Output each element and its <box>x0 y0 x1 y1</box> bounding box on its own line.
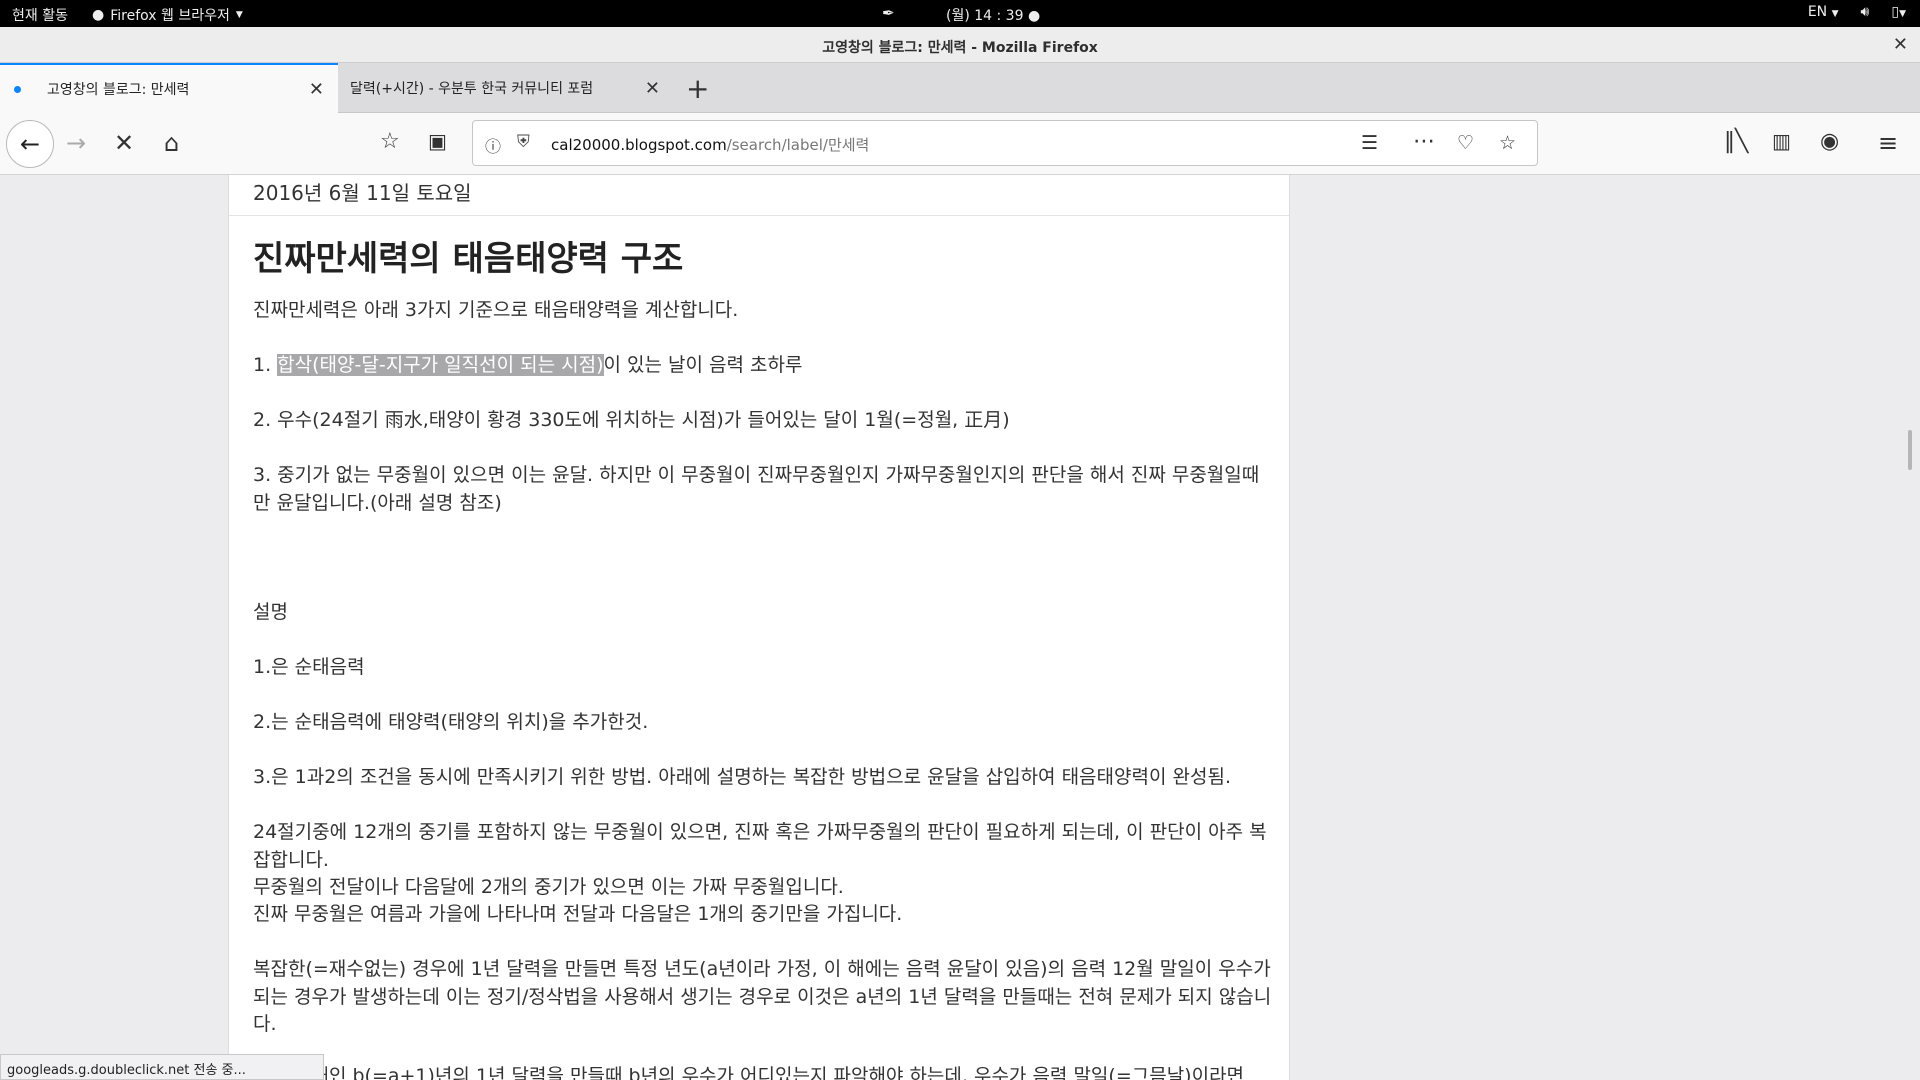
back-arrow-icon[interactable]: ← <box>6 120 54 168</box>
close-tab-icon[interactable]: ✕ <box>309 79 324 100</box>
paragraph: 복잡한(=재수없는) 경우에 1년 달력을 만들면 특정 년도(a년이라 가정,… <box>253 958 1272 1035</box>
close-tab-icon[interactable]: ✕ <box>645 78 660 99</box>
divider <box>229 215 1289 216</box>
firefox-icon: ● <box>92 7 105 23</box>
paragraph: 그 다음해인 b(=a+1)년의 1년 달력을 만들때 b년의 우수가 어디있는… <box>253 1065 1245 1080</box>
list-item: 3. 중기가 없는 무중월이 있으면 이는 윤달. 하지만 이 무중월이 진짜무… <box>253 464 1260 514</box>
url-bar[interactable]: ⓘ ⛨ cal20000.blogspot.com/search/label/만… <box>472 120 1538 166</box>
tab-title: 고영창의 블로그: 만세력 <box>47 82 190 98</box>
list-item: 2. 우수(24절기 雨水,태양이 황경 330도에 위치하는 시점)가 들어있… <box>253 409 1010 431</box>
battery-icon[interactable]: ▯▼ <box>1891 4 1906 20</box>
url-path: /search/label/만세력 <box>726 136 870 154</box>
clock[interactable]: (월) 14 : 39 ● <box>946 5 1040 25</box>
window-title-bar: 고영창의 블로그: 만세력 - Mozilla Firefox ✕ <box>0 27 1920 63</box>
system-top-bar: 현재 활동 ● Firefox 웹 브라우저 ▼ ✒ (월) 14 : 39 ●… <box>0 0 1920 27</box>
post-date: 2016년 6월 11일 토요일 <box>253 181 472 205</box>
paragraph: 무중월의 전달이나 다음달에 2개의 중기가 있으면 이는 가짜 무중월입니다. <box>253 876 844 898</box>
tab-forum[interactable]: 달력(+시간) - 우분투 한국 커뮤니티 포럼 ✕ <box>338 63 674 113</box>
paragraph: 24절기중에 12개의 중기를 포함하지 않는 무중월이 있으면, 진짜 혹은 … <box>253 821 1267 871</box>
scrollbar-thumb[interactable] <box>1908 430 1912 470</box>
notification-dot-icon: ● <box>1027 8 1041 24</box>
menu-hamburger-icon[interactable]: ≡ <box>1878 129 1898 157</box>
tab-title: 달력(+시간) - 우분투 한국 커뮤니티 포럼 <box>350 81 594 97</box>
url-text[interactable]: cal20000.blogspot.com/search/label/만세력 <box>551 134 869 155</box>
input-language[interactable]: EN ▼ <box>1808 4 1839 20</box>
reader-view-icon[interactable]: ☰ <box>1361 132 1378 154</box>
translate-icon[interactable]: ▣ <box>428 129 447 153</box>
list-item-number: 1. <box>253 354 278 376</box>
info-icon[interactable]: ⓘ <box>485 133 501 157</box>
app-menu[interactable]: ● Firefox 웹 브라우저 ▼ <box>92 5 243 25</box>
loading-dot-icon <box>14 85 21 93</box>
list-item-text: 이 있는 날이 음력 초하루 <box>603 354 803 376</box>
intro-text: 진짜만세력은 아래 3가지 기준으로 태음태양력을 계산합니다. <box>253 299 739 321</box>
paragraph: 진짜 무중월은 여름과 가을에 나타나며 전달과 다음달은 1개의 중기만을 가… <box>253 903 903 925</box>
more-actions-icon[interactable]: ⋯ <box>1413 129 1435 154</box>
list-item: 1. 합삭(태양-달-지구가 일직선이 되는 시점)이 있는 날이 음력 초하루 <box>253 352 1273 380</box>
sidebar-icon[interactable]: ▥ <box>1772 129 1791 153</box>
forward-arrow-icon[interactable]: → <box>66 129 86 157</box>
star-icon[interactable]: ☆ <box>1499 132 1516 154</box>
bookmark-star-add-icon[interactable]: ☆ <box>380 129 400 154</box>
shield-icon[interactable]: ⛨ <box>517 132 530 152</box>
stop-icon[interactable]: ✕ <box>114 129 134 157</box>
nav-bar: ← → ✕ ⌂ ☆ ▣ ⓘ ⛨ cal20000.blogspot.com/se… <box>0 113 1920 175</box>
status-bar: googleads.g.doubleclick.net 전송 중... <box>0 1054 324 1080</box>
post-title[interactable]: 진짜만세력의 태음태양력 구조 <box>253 231 683 280</box>
page-viewport[interactable]: 2016년 6월 11일 토요일 진짜만세력의 태음태양력 구조 진짜만세력은 … <box>0 175 1920 1080</box>
close-icon[interactable]: ✕ <box>1893 34 1908 55</box>
home-icon[interactable]: ⌂ <box>164 129 179 157</box>
chevron-down-icon: ▼ <box>235 10 243 20</box>
eagle-icon: ✒ <box>882 4 895 22</box>
library-icon[interactable]: ‖╲ <box>1724 129 1748 154</box>
blog-post: 2016년 6월 11일 토요일 진짜만세력의 태음태양력 구조 진짜만세력은 … <box>228 175 1290 1080</box>
section-heading: 설명 <box>253 601 288 623</box>
paragraph: 3.은 1과2의 조건을 동시에 만족시키기 위한 방법. 아래에 설명하는 복… <box>253 766 1231 788</box>
tab-blog[interactable]: 고영창의 블로그: 만세력 ✕ <box>0 63 338 113</box>
chevron-down-icon: ▼ <box>1831 9 1839 19</box>
clock-text: (월) 14 : 39 <box>946 8 1024 24</box>
activities-button[interactable]: 현재 활동 <box>12 5 68 25</box>
new-tab-plus-icon[interactable]: + <box>686 72 709 105</box>
paragraph: 1.은 순태음력 <box>253 656 365 678</box>
selected-text: 합삭(태양-달-지구가 일직선이 되는 시점) <box>277 354 604 376</box>
tab-strip: 고영창의 블로그: 만세력 ✕ 달력(+시간) - 우분투 한국 커뮤니티 포럼… <box>0 63 1920 113</box>
pocket-icon[interactable]: ♡ <box>1457 132 1474 154</box>
paragraph: 2.는 순태음력에 태양력(태양의 위치)을 추가한것. <box>253 711 649 733</box>
url-host: cal20000.blogspot.com <box>551 136 727 154</box>
window-title: 고영창의 블로그: 만세력 - Mozilla Firefox <box>822 40 1098 56</box>
account-icon[interactable]: ◉ <box>1820 129 1839 154</box>
system-tray: EN ▼ 🔊︎ ▯▼ <box>1808 4 1906 20</box>
app-menu-label: Firefox 웹 브라우저 <box>110 8 230 24</box>
input-language-label: EN <box>1807 4 1828 20</box>
volume-icon[interactable]: 🔊︎ <box>1861 4 1870 20</box>
